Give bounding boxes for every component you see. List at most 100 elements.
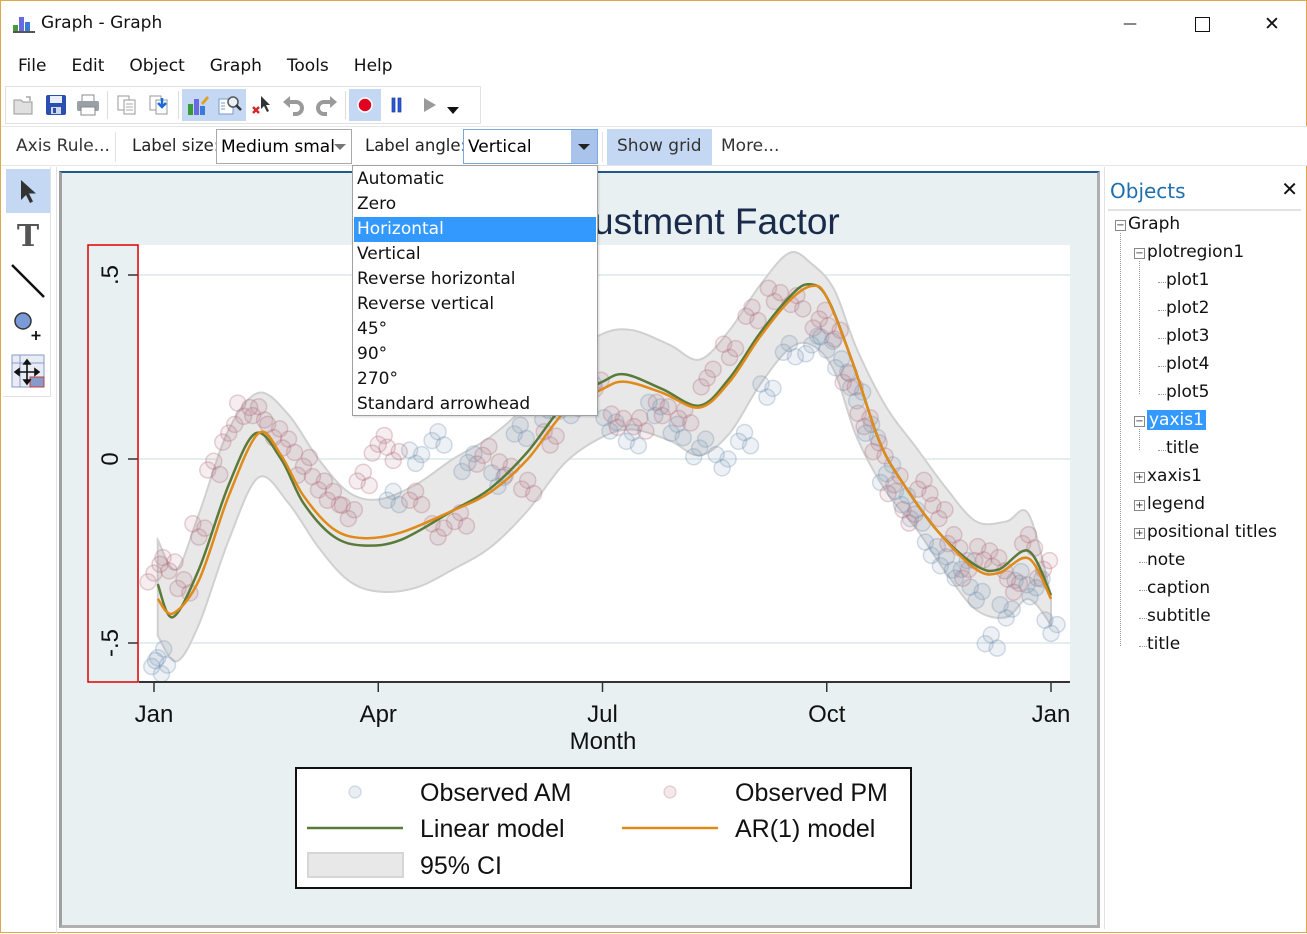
tree-item-label: plot1: [1166, 270, 1210, 290]
scatter-point: [480, 437, 498, 456]
tree-connector: [1139, 562, 1147, 563]
scatter-point: [502, 457, 521, 476]
scatter-point: [457, 517, 476, 535]
collapse-icon[interactable]: −: [1115, 220, 1126, 231]
scatter-point: [300, 448, 319, 467]
dropdown-option[interactable]: Reverse vertical: [354, 292, 596, 317]
scatter-point: [360, 476, 379, 495]
x-axis-title[interactable]: Month: [570, 728, 637, 755]
tree-item-label: yaxis1: [1147, 410, 1206, 430]
scatter-point: [166, 553, 184, 571]
legend-label-am: Observed AM: [420, 779, 571, 807]
tree-item-label: legend: [1147, 494, 1205, 514]
x-tick-label: Apr: [360, 701, 397, 728]
scatter-point: [749, 311, 767, 330]
legend[interactable]: Observed AM Observed PM Linear model AR(…: [295, 767, 912, 889]
scatter-point: [696, 430, 715, 448]
tree-item-label: title: [1166, 438, 1200, 458]
dropdown-option[interactable]: Standard arrowhead: [354, 392, 596, 417]
scatter-point: [629, 437, 648, 455]
tree-item-plotregion1[interactable]: plotregion1: [1147, 242, 1244, 262]
tree-item-label: plot4: [1166, 354, 1210, 374]
tree-item-label: note: [1147, 550, 1186, 570]
scatter-point: [681, 414, 700, 432]
tree-item-label: plotregion1: [1147, 242, 1245, 262]
tree-item-label: subtitle: [1147, 606, 1211, 626]
x-tick-label: Jul: [587, 701, 618, 728]
tree-item-plot4[interactable]: plot4: [1166, 354, 1209, 374]
x-tick-label: Oct: [808, 701, 846, 728]
dropdown-option[interactable]: Horizontal: [354, 217, 596, 242]
scatter-point: [524, 484, 543, 503]
tree-item-legend[interactable]: legend: [1147, 494, 1205, 514]
scatter-point: [741, 437, 760, 455]
tree-item-plot5[interactable]: plot5: [1166, 382, 1209, 402]
scatter-point: [435, 436, 453, 454]
tree-item-label: plot5: [1166, 382, 1210, 402]
scatter-point: [637, 422, 655, 440]
collapse-icon[interactable]: −: [1134, 248, 1145, 259]
scatter-point: [704, 360, 722, 378]
tree-item-Graph[interactable]: Graph: [1128, 214, 1180, 234]
expand-icon[interactable]: +: [1134, 500, 1145, 511]
x-tick-label: Jan: [135, 701, 174, 728]
tree-item-plot3[interactable]: plot3: [1166, 326, 1209, 346]
legend-label-ar1: AR(1) model: [735, 815, 875, 843]
expand-icon[interactable]: +: [1134, 472, 1145, 483]
tree-item-plot1[interactable]: plot1: [1166, 270, 1209, 290]
tree-item-yaxis1[interactable]: yaxis1: [1147, 410, 1206, 430]
scatter-point: [345, 501, 364, 519]
collapse-icon[interactable]: −: [1134, 416, 1145, 427]
scatter-point: [412, 445, 431, 464]
objects-panel-title: Objects: [1110, 179, 1186, 203]
scatter-point: [1048, 615, 1066, 634]
dropdown-option[interactable]: Zero: [354, 192, 596, 217]
y-tick-label: .5: [97, 265, 124, 285]
tree-item-subtitle[interactable]: subtitle: [1147, 606, 1211, 626]
dropdown-option[interactable]: 45°: [354, 317, 596, 342]
dropdown-option[interactable]: Reverse horizontal: [354, 267, 596, 292]
tree-connector: [1158, 338, 1166, 339]
x-axis-ticks: Jan Apr Jul Oct Jan: [135, 682, 1071, 728]
dropdown-option[interactable]: Automatic: [354, 167, 596, 192]
label-angle-dropdown-list: Automatic Zero Horizontal Vertical Reverse h…: [352, 165, 598, 416]
y-tick-label: 0: [97, 452, 124, 465]
tree-connector: [1139, 590, 1147, 591]
scatter-point: [390, 442, 408, 461]
panel-divider: [1108, 209, 1301, 211]
scatter-point: [412, 495, 431, 514]
scatter-point: [211, 465, 229, 484]
scatter-point: [674, 428, 692, 447]
scatter-point: [517, 429, 536, 448]
scatter-point: [1040, 551, 1059, 570]
tree-item-title[interactable]: title: [1147, 634, 1180, 654]
tree-item-title[interactable]: title: [1166, 438, 1199, 458]
tree-item-label: Graph: [1128, 214, 1181, 234]
legend-marker-pm: [663, 785, 677, 799]
tree-connector: [1139, 429, 1140, 450]
tree-connector: [1120, 233, 1121, 646]
scatter-point: [719, 450, 737, 468]
x-tick-label: Jan: [1032, 701, 1071, 728]
tree-connector: [1139, 261, 1140, 394]
tree-item-plot2[interactable]: plot2: [1166, 298, 1209, 318]
tree-item-label: plot2: [1166, 298, 1210, 318]
dropdown-option[interactable]: 270°: [354, 367, 596, 392]
tree-item-xaxis1[interactable]: xaxis1: [1147, 466, 1202, 486]
chart-title[interactable]: ustment Factor: [593, 201, 840, 242]
tree-connector: [1158, 282, 1166, 283]
scatter-point: [1003, 600, 1021, 618]
tree-item-caption[interactable]: caption: [1147, 578, 1210, 598]
scatter-point: [726, 339, 745, 358]
dropdown-option[interactable]: Vertical: [354, 242, 596, 267]
dropdown-option[interactable]: 90°: [354, 342, 596, 367]
tree-item-label: caption: [1147, 578, 1211, 598]
scatter-point: [285, 443, 304, 462]
scatter-point: [158, 656, 177, 674]
close-icon: ✕: [1281, 177, 1298, 201]
tree-item-note[interactable]: note: [1147, 550, 1185, 570]
tree-item-positional-titles[interactable]: positional titles: [1147, 522, 1277, 542]
expand-icon[interactable]: +: [1134, 528, 1145, 539]
tree-connector: [1139, 646, 1147, 647]
close-panel-button[interactable]: ✕: [1281, 177, 1298, 201]
